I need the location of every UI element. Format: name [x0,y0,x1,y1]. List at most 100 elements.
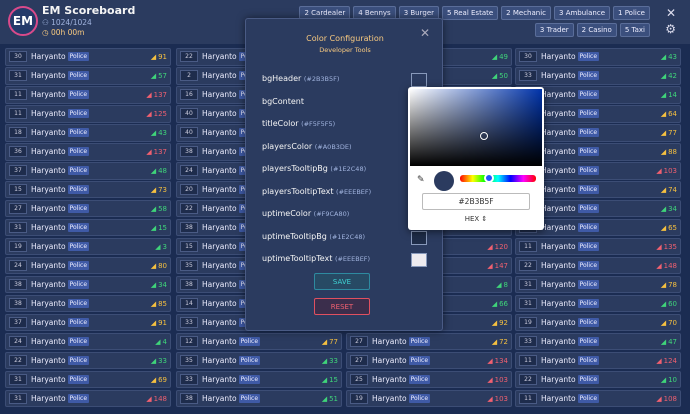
color-mode-select[interactable]: HEX ⇕ [422,215,530,223]
player-row[interactable]: 38 Haryanto Police ◢ 34 [5,275,171,294]
color-setting[interactable]: playersTooltipBg (#1E2C48) [262,164,366,173]
color-swatch[interactable] [411,73,427,87]
wifi-icon: ◢ [660,337,667,346]
player-row[interactable]: 24 Haryanto Police ◢ 80 [5,256,171,275]
player-row[interactable]: 19 Haryanto Police ◢ 103 [346,389,512,408]
player-row[interactable]: 11 Haryanto Police ◢ 124 [515,351,681,370]
app-title: EM Scoreboard [42,4,136,17]
save-button[interactable]: SAVE [314,273,370,290]
color-setting[interactable]: bgContent [262,97,304,106]
saturation-area[interactable] [410,89,542,166]
player-row[interactable]: 36 Haryanto Police ◢ 137 [5,142,171,161]
player-row[interactable]: 22 Haryanto Police ◢ 148 [515,256,681,275]
setting-value: (#1E2C48) [329,232,366,241]
wifi-icon: ◢ [660,318,667,327]
player-row[interactable]: 24 Haryanto Police ◢ 4 [5,332,171,351]
ping-value: 57 [158,71,167,80]
player-row[interactable]: 27 Haryanto Police ◢ 72 [346,332,512,351]
player-id: 33 [180,317,198,329]
ping: ◢ 137 [146,148,167,156]
player-name: Haryanto [541,242,576,252]
color-swatch[interactable] [411,253,427,267]
player-id: 14 [180,298,198,310]
player-row[interactable]: 38 Haryanto Police ◢ 51 [176,389,342,408]
ping-value: 48 [158,166,167,175]
player-row[interactable]: 31 Haryanto Police ◢ 148 [5,389,171,408]
ping: ◢ 57 [151,72,167,80]
gear-icon[interactable]: ⚙ [665,22,676,36]
player-name: Haryanto [31,242,66,252]
wifi-icon: ◢ [155,337,161,346]
ping-value: 34 [158,280,167,289]
ping-value: 77 [329,337,338,346]
player-row[interactable]: 31 Haryanto Police ◢ 60 [515,294,681,313]
hue-handle[interactable] [484,173,494,183]
player-id: 35 [180,355,198,367]
color-swatch[interactable] [411,230,427,245]
player-row[interactable]: 38 Haryanto Police ◢ 85 [5,294,171,313]
player-row[interactable]: 11 Haryanto Police ◢ 125 [5,104,171,123]
color-setting[interactable]: titleColor (#F5F5F5) [262,119,335,128]
ping: ◢ 103 [656,167,677,175]
player-id: 19 [519,317,537,329]
wifi-icon: ◢ [150,280,157,289]
player-row[interactable]: 11 Haryanto Police ◢ 135 [515,237,681,256]
job-tag: Police [577,242,600,252]
color-setting[interactable]: playersTooltipText (#EEEBEF) [262,187,371,196]
player-row[interactable]: 27 Haryanto Police ◢ 134 [346,351,512,370]
color-setting[interactable]: playersColor (#A0B3DE) [262,142,352,151]
player-row[interactable]: 18 Haryanto Police ◢ 43 [5,123,171,142]
close-icon[interactable]: ✕ [666,6,676,20]
wifi-icon: ◢ [656,394,662,403]
player-row[interactable]: 30 Haryanto Police ◢ 91 [5,48,171,66]
player-row[interactable]: 19 Haryanto Police ◢ 3 [5,237,171,256]
wifi-icon: ◢ [660,280,667,289]
hue-slider[interactable] [460,175,536,182]
player-id: 31 [9,374,27,386]
job-tag: Police [408,394,431,404]
player-row[interactable]: 31 Haryanto Police ◢ 57 [5,66,171,85]
setting-label: bgContent [262,96,304,106]
player-row[interactable]: 35 Haryanto Police ◢ 33 [176,351,342,370]
color-cursor[interactable] [480,132,488,140]
player-id: 36 [9,146,27,158]
player-row[interactable]: 12 Haryanto Police ◢ 77 [176,332,342,351]
ping: ◢ 60 [661,300,677,308]
player-row[interactable]: 15 Haryanto Police ◢ 73 [5,180,171,199]
player-row[interactable]: 19 Haryanto Police ◢ 70 [515,313,681,332]
job-tag: Police [577,223,600,233]
player-row[interactable]: 27 Haryanto Police ◢ 58 [5,199,171,218]
ping: ◢ 91 [151,319,167,327]
player-row[interactable]: 30 Haryanto Police ◢ 43 [515,48,681,66]
player-row[interactable]: 37 Haryanto Police ◢ 91 [5,313,171,332]
player-id: 2 [180,70,198,82]
eyedropper-icon[interactable]: ✎ [417,175,425,185]
color-setting[interactable]: uptimeTooltipBg (#1E2C48) [262,232,365,241]
player-row[interactable]: 11 Haryanto Police ◢ 137 [5,85,171,104]
color-setting[interactable]: bgHeader (#2B3B5F) [262,74,339,83]
player-row[interactable]: 31 Haryanto Police ◢ 78 [515,275,681,294]
player-id: 25 [350,374,368,386]
player-row[interactable]: 25 Haryanto Police ◢ 103 [346,370,512,389]
hex-input[interactable]: #2B3B5F [422,193,530,210]
player-name: Haryanto [541,394,576,404]
color-setting[interactable]: uptimeColor (#F9CA80) [262,209,349,218]
player-name: Haryanto [372,337,407,347]
player-row[interactable]: 31 Haryanto Police ◢ 15 [5,218,171,237]
wifi-icon: ◢ [496,280,502,289]
ping-value: 65 [668,223,677,232]
player-row[interactable]: 22 Haryanto Police ◢ 10 [515,370,681,389]
player-row[interactable]: 37 Haryanto Police ◢ 48 [5,161,171,180]
player-row[interactable]: 22 Haryanto Police ◢ 33 [5,351,171,370]
color-setting[interactable]: uptimeTooltipText (#EEEBEF) [262,254,370,263]
player-id: 15 [180,241,198,253]
close-icon[interactable]: ✕ [420,26,430,40]
player-row[interactable]: 33 Haryanto Police ◢ 15 [176,370,342,389]
wifi-icon: ◢ [321,394,328,403]
reset-button[interactable]: RESET [314,298,370,315]
clock-icon: ◷ [42,28,51,37]
player-row[interactable]: 33 Haryanto Police ◢ 47 [515,332,681,351]
player-row[interactable]: 11 Haryanto Police ◢ 108 [515,389,681,408]
player-row[interactable]: 33 Haryanto Police ◢ 42 [515,66,681,85]
player-row[interactable]: 31 Haryanto Police ◢ 69 [5,370,171,389]
